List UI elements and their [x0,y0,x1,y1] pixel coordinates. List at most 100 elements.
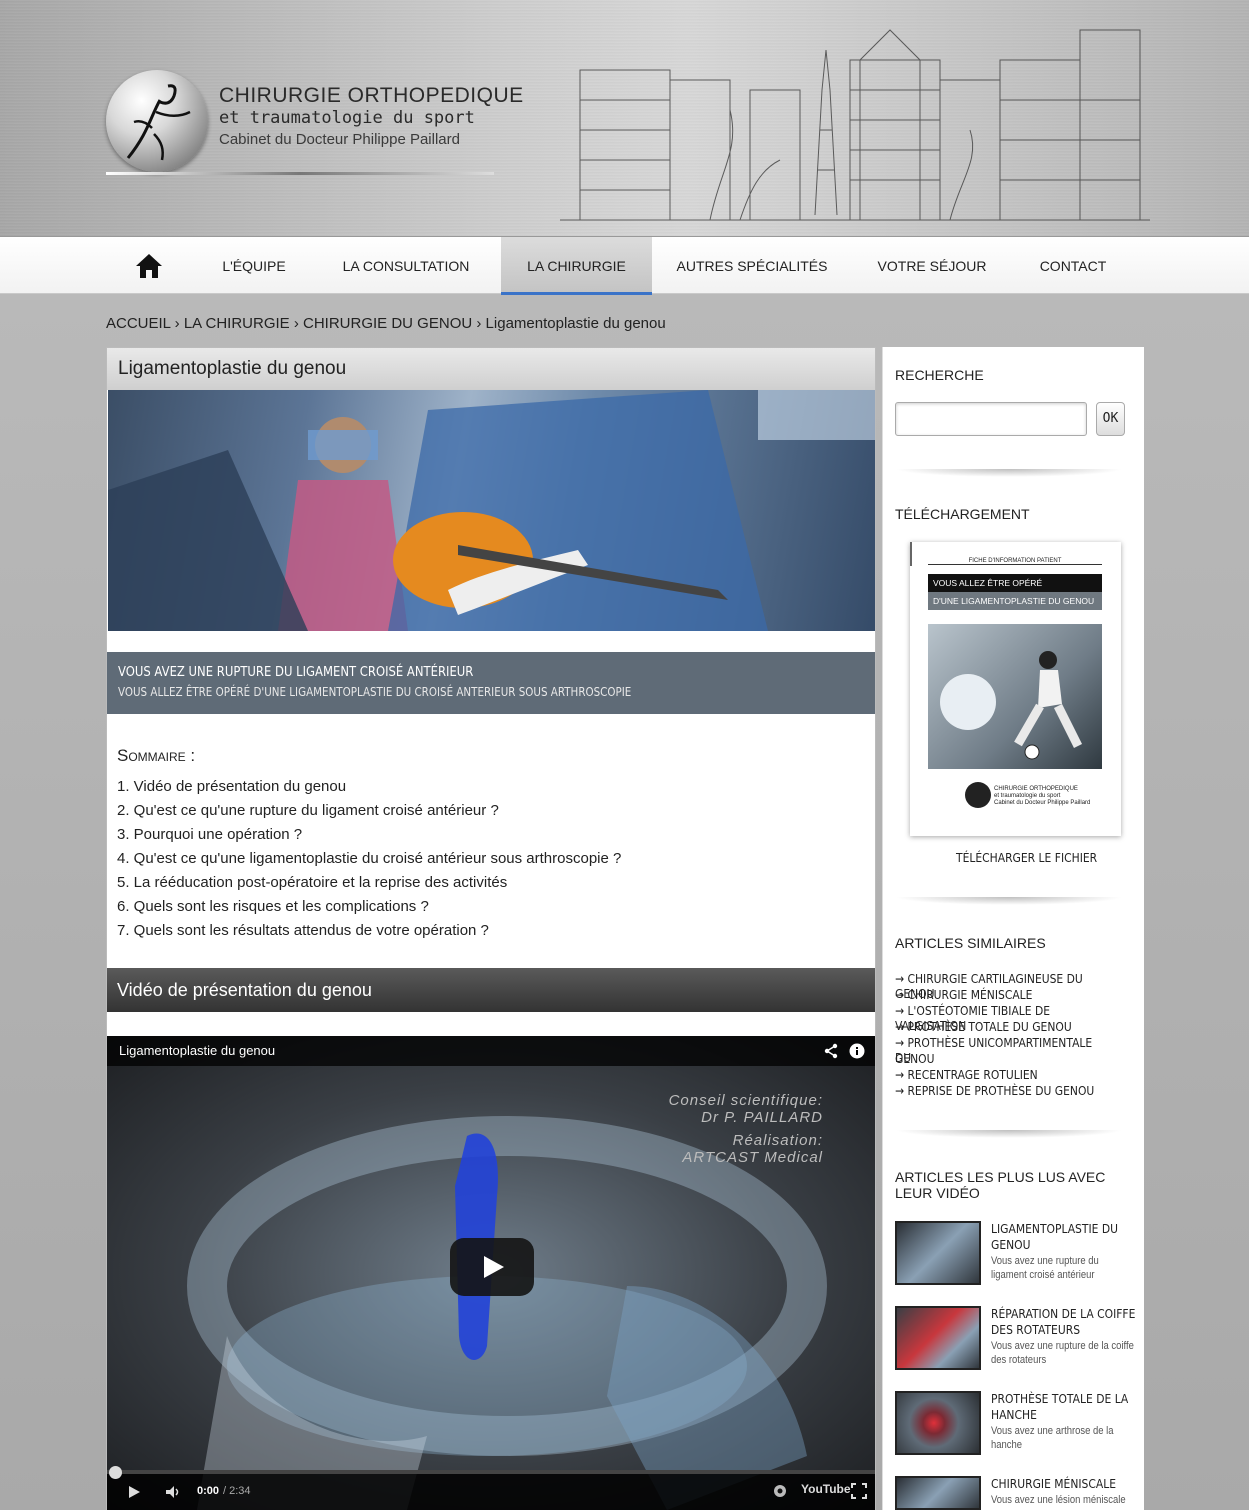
similar-article-link[interactable]: → CHIRURGIE MÉNISCALE [895,987,1032,1002]
breadcrumb-separator: › [293,315,299,332]
home-icon [136,254,162,278]
similar-article-link-continued[interactable]: GENOU [895,1051,935,1066]
doc-header: FICHE D'INFORMATION PATIENT [928,558,1102,565]
toc-item[interactable]: 3. Pourquoi une opération ? [117,826,302,843]
logo-divider [106,172,494,175]
nav-item-contact[interactable]: CONTACT [1024,237,1122,295]
article-title: Ligamentoplastie du genou [118,358,347,379]
toc-item[interactable]: 1. Vidéo de présentation du genou [117,778,346,795]
download-file-link[interactable]: TÉLÉCHARGER LE FICHIER [956,850,1097,865]
nav-item-autres-specialites[interactable]: AUTRES SPÉCIALITÉS [666,237,838,295]
search-heading: RECHERCHE [895,367,984,383]
sidebar-divider [895,1130,1123,1138]
site-subtitle: et traumatologie du sport [219,108,475,128]
info-icon[interactable] [849,1036,865,1070]
arrow-right-icon: → [895,1067,905,1082]
video-title[interactable]: Ligamentoplastie du genou [119,1043,275,1058]
video-top-bar: Ligamentoplastie du genou [107,1036,875,1066]
surgery-scene-image [108,390,875,631]
banner-subtitle: VOUS ALLEZ ÊTRE OPÉRÉ D'UNE LIGAMENTOPLA… [118,685,632,699]
most-read-title[interactable]: RÉPARATION DE LA COIFFE DES ROTATEURS [991,1306,1142,1338]
sidebar: RECHERCHE OK TÉLÉCHARGEMENT FICHE D'INFO… [882,347,1144,1510]
surgery-hero-image [108,390,875,631]
arrow-right-icon: → [895,971,905,986]
play-control-icon[interactable] [127,1485,141,1502]
arrow-right-icon: → [895,1019,905,1034]
most-read-desc: Vous avez une rupture du ligament croisé … [991,1255,1099,1281]
video-section-title: Vidéo de présentation du genou [117,980,372,1000]
video-time-total: / 2:34 [223,1485,251,1497]
site-title: CHIRURGIE ORTHOPEDIQUE [219,84,524,107]
breadcrumb-separator: › [476,315,482,332]
arrow-right-icon: → [895,1003,905,1018]
youtube-logo[interactable]: YouTube [801,1482,851,1496]
most-read-title[interactable]: LIGAMENTOPLASTIE DU GENOU [991,1221,1142,1253]
toc-item[interactable]: 6. Quels sont les risques et les complic… [117,898,429,915]
share-icon[interactable] [823,1036,839,1070]
toc-item[interactable]: 7. Quels sont les résultats attendus de … [117,922,489,939]
toc-item[interactable]: 4. Qu'est ce qu'une ligamentoplastie du … [117,850,621,867]
search-input[interactable] [895,402,1087,436]
most-read-thumbnail[interactable] [895,1221,981,1285]
similar-article-link[interactable]: → REPRISE DE PROTHÈSE DU GENOU [895,1083,1094,1098]
similar-articles-heading: ARTICLES SIMILAIRES [895,935,1046,951]
most-read-desc: Vous avez une rupture de la coiffe des ro… [991,1340,1134,1366]
doc-corner-mark [910,542,912,566]
credit-line: Dr P. PAILLARD [701,1109,823,1126]
search-ok-button[interactable]: OK [1096,402,1125,436]
breadcrumb-home[interactable]: ACCUEIL [106,315,170,332]
toc-item[interactable]: 5. La rééducation post-opératoire et la … [117,874,507,891]
doc-footer-line: Cabinet du Docteur Philippe Paillard [994,800,1091,806]
doc-cover-image [928,624,1102,769]
play-button[interactable] [450,1238,534,1296]
nav-item-chirurgie[interactable]: LA CHIRURGIE [501,237,652,295]
credit-line: Réalisation: [732,1132,823,1149]
article-intro-banner: VOUS AVEZ UNE RUPTURE DU LIGAMENT CROISÉ… [107,652,875,714]
settings-icon[interactable] [773,1484,787,1501]
most-read-desc: Vous avez une lésion méniscale [991,1494,1126,1506]
most-read-thumbnail[interactable] [895,1476,981,1510]
breadcrumb-chirurgie[interactable]: LA CHIRURGIE [184,315,290,332]
video-progress-handle[interactable] [109,1466,122,1479]
most-read-thumbnail[interactable] [895,1391,981,1455]
most-read-heading: ARTICLES LES PLUS LUS AVEC LEUR VIDÉO [895,1169,1106,1201]
video-controls: 0:00 / 2:34 YouTube [107,1466,875,1510]
most-read-title[interactable]: PROTHÈSE TOTALE DE LA HANCHE [991,1391,1142,1423]
soccer-player-image [940,651,1083,760]
breadcrumb: ACCUEIL › LA CHIRURGIE › CHIRURGIE DU GE… [106,315,666,332]
runner-logo-icon [126,84,191,161]
nav-item-consultation[interactable]: LA CONSULTATION [326,237,486,295]
main-nav: L'ÉQUIPE LA CONSULTATION LA CHIRURGIE AU… [0,236,1249,295]
article-content: Ligamentoplastie du genou VOUS AVEZ UNE … [106,347,876,1510]
download-document-preview[interactable]: FICHE D'INFORMATION PATIENT VOUS ALLEZ Ê… [910,542,1121,836]
most-read-thumbnail[interactable] [895,1306,981,1370]
doc-footer: CHIRURGIE ORTHOPEDIQUE et traumatologie … [994,786,1090,807]
breadcrumb-current: Ligamentoplastie du genou [485,315,666,332]
download-heading: TÉLÉCHARGEMENT [895,506,1030,522]
toc-item[interactable]: 2. Qu'est ce qu'une rupture du ligament … [117,802,499,819]
fullscreen-icon[interactable] [851,1483,867,1502]
site-cabinet: Cabinet du Docteur Philippe Paillard [219,131,460,148]
volume-icon[interactable] [165,1485,181,1502]
breadcrumb-chirurgie-genou[interactable]: CHIRURGIE DU GENOU [303,315,472,332]
credit-line: Conseil scientifique: [668,1092,823,1109]
site-logo[interactable] [106,70,208,172]
similar-article-link[interactable]: → PROTHÈSE TOTALE DU GENOU [895,1019,1072,1034]
nav-item-votre-sejour[interactable]: VOTRE SÉJOUR [866,237,998,295]
video-section-bar: Vidéo de présentation du genou [107,968,875,1012]
video-time-current: 0:00 [197,1485,220,1497]
video-player[interactable]: Ligamentoplastie du genou Conseil scient… [107,1036,875,1510]
video-progress-track[interactable] [107,1470,875,1474]
credit-line: ARTCAST Medical [682,1149,823,1166]
nav-item-equipe[interactable]: L'ÉQUIPE [206,237,302,295]
arrow-right-icon: → [895,987,905,1002]
breadcrumb-separator: › [174,315,180,332]
home-nav-button[interactable] [120,237,178,295]
paris-city-sketch [560,29,1150,221]
doc-footer-line: et traumatologie du sport [994,793,1061,799]
similar-article-link[interactable]: → RECENTRAGE ROTULIEN [895,1067,1038,1082]
sidebar-divider [895,469,1123,477]
article-title-bar: Ligamentoplastie du genou [107,348,875,390]
arrow-right-icon: → [895,1083,905,1098]
most-read-title[interactable]: CHIRURGIE MÉNISCALE [991,1476,1142,1492]
